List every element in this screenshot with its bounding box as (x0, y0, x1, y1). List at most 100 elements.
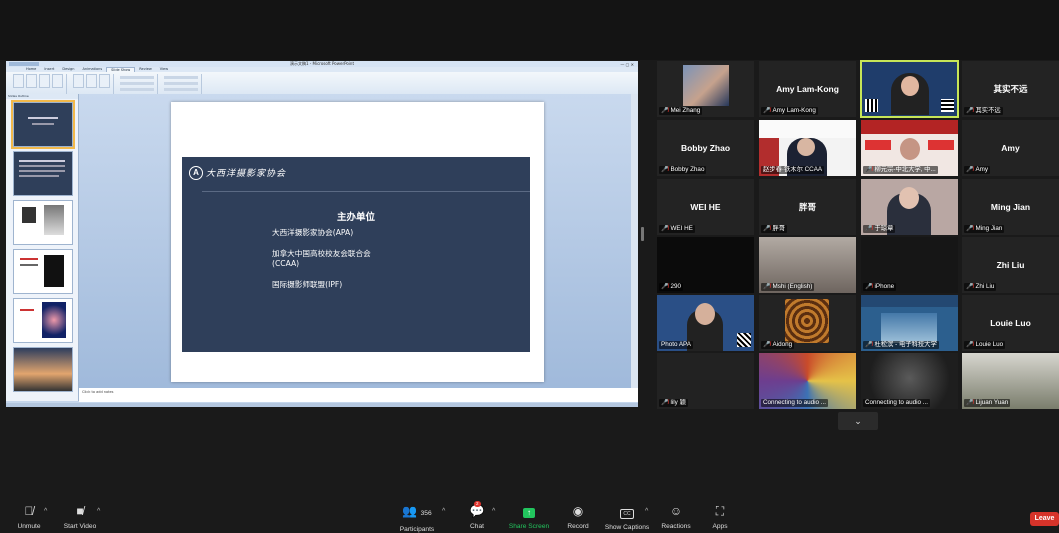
participant-tile[interactable]: 赵步春·铁木尔 CCAA (759, 120, 856, 176)
participants-button[interactable]: 👥 356 Participants (396, 504, 438, 533)
participant-tile[interactable]: 🎤̸ Aidong (759, 295, 856, 351)
unmute-button[interactable]: 🎙̸ Unmute (12, 504, 46, 530)
vertical-scrollbar[interactable] (631, 94, 638, 388)
slide-content-panel: A 大西洋摄影家协会 主办单位 大西洋摄影家协会(APA) 加拿大中国高校校友会… (182, 157, 530, 352)
split-divider-handle[interactable] (641, 227, 644, 241)
ribbon-tab[interactable]: Animations (78, 67, 106, 72)
participant-name: WEI HE (670, 225, 693, 232)
ribbon-button[interactable] (26, 74, 37, 88)
participant-tile[interactable]: 🎤̸ 杜松滨 - 电子科技大学 (861, 295, 958, 351)
slide-thumbnail[interactable] (13, 151, 73, 196)
ribbon-tab[interactable]: Home (22, 67, 40, 72)
slide-thumbnail[interactable] (11, 100, 75, 149)
chat-button[interactable]: 💬 2 Chat (466, 501, 488, 530)
unmute-label: Unmute (17, 523, 41, 530)
participant-name-label: 🎤̸ Bobby Zhao (659, 166, 707, 174)
show-captions-label: Show Captions (604, 524, 650, 531)
ribbon-button[interactable] (52, 74, 63, 88)
participant-tile[interactable]: 🎤̸ 290 (657, 237, 754, 293)
quick-access-toolbar[interactable] (9, 62, 39, 66)
participant-tile[interactable]: Louie Luo 🎤̸ Louie Luo (962, 295, 1059, 351)
start-video-button[interactable]: ■̸ Start Video (60, 504, 100, 530)
mic-muted-icon: 🎤̸ (661, 108, 669, 114)
ribbon-option[interactable] (164, 82, 198, 85)
leave-button[interactable]: Leave (1030, 512, 1059, 526)
chat-options-caret[interactable]: ^ (492, 508, 495, 515)
ribbon-button[interactable] (39, 74, 50, 88)
reactions-button[interactable]: ☺ Reactions (660, 504, 692, 530)
window-controls[interactable]: — ▢ ✕ (620, 62, 634, 68)
share-screen-icon: ↑ (508, 504, 550, 518)
participant-tile[interactable]: 🎤̸ 于琼章 (861, 179, 958, 235)
participant-tile[interactable]: 🎤̸ Lijuan Yuan (962, 353, 1059, 409)
participant-name-label: Connecting to audio ... (863, 399, 931, 407)
ribbon-option[interactable] (120, 82, 154, 85)
participant-tile-active-speaker[interactable] (860, 60, 959, 118)
ribbon-button[interactable] (99, 74, 110, 88)
participant-tile[interactable]: Connecting to audio ... (861, 353, 958, 409)
participant-tile[interactable]: Connecting to audio ... (759, 353, 856, 409)
mic-muted-icon: 🎙̸ (24, 504, 34, 518)
ribbon-option[interactable] (164, 76, 198, 79)
ribbon-tab[interactable]: Insert (40, 67, 58, 72)
ribbon-button[interactable] (73, 74, 84, 88)
participant-tile[interactable]: 其实不远 🎤̸ 其实不远 (962, 61, 1059, 117)
pane-tabs[interactable]: Slides Outline (6, 94, 78, 99)
participant-video (683, 65, 729, 106)
slide-thumbnail[interactable] (13, 347, 73, 392)
slide-thumbnail[interactable] (13, 249, 73, 294)
participant-tile[interactable]: 🎤̸ Mshi (English) (759, 237, 856, 293)
mic-muted-icon: 🎤̸ (865, 167, 873, 173)
shared-screen[interactable]: 演示文稿1 - Microsoft PowerPoint — ▢ ✕ Home … (6, 61, 638, 407)
ribbon-tab-active[interactable]: Slide Show (106, 67, 136, 72)
ribbon-button[interactable] (86, 74, 97, 88)
ribbon-button[interactable] (13, 74, 24, 88)
slide-thumbnail[interactable] (13, 200, 73, 245)
ribbon-tab[interactable]: View (156, 67, 172, 72)
show-captions-button[interactable]: CC Show Captions (604, 504, 650, 531)
apps-button[interactable]: ⛶ Apps (709, 504, 731, 530)
current-slide[interactable]: A 大西洋摄影家协会 主办单位 大西洋摄影家协会(APA) 加拿大中国高校校友会… (171, 102, 544, 382)
mic-muted-icon: 🎤̸ (966, 108, 974, 114)
captions-options-caret[interactable]: ^ (645, 508, 648, 515)
ribbon-tab[interactable]: Design (58, 67, 78, 72)
ribbon-option[interactable] (120, 88, 154, 91)
video-options-caret[interactable]: ^ (97, 508, 100, 515)
participant-tile[interactable]: Bobby Zhao 🎤̸ Bobby Zhao (657, 120, 754, 176)
participant-tile[interactable]: Photo APA (657, 295, 754, 351)
mic-muted-icon: 🎤̸ (966, 167, 974, 173)
participant-name: iPhone (874, 283, 895, 290)
participant-name: 于琼章 (874, 225, 894, 232)
participant-tile[interactable]: WEI HE 🎤̸ WEI HE (657, 179, 754, 235)
participant-name-label: 🎤̸ Zhi Liu (964, 283, 997, 291)
audio-options-caret[interactable]: ^ (44, 508, 47, 515)
share-screen-button[interactable]: ↑ Share Screen (508, 504, 550, 530)
captions-icon: CC (604, 504, 650, 519)
ppt-window-title: 演示文稿1 - Microsoft PowerPoint (289, 61, 355, 66)
participants-options-caret[interactable]: ^ (442, 508, 445, 515)
participant-name: Ming Jian (975, 225, 1003, 232)
participant-tile[interactable]: Amy Lam-Kong 🎤̸ Amy Lam-Kong (759, 61, 856, 117)
chevron-down-icon[interactable]: ⌄ (838, 412, 878, 430)
participant-name: 柳元宗-中北大学, 中... (874, 166, 936, 173)
notes-pane[interactable]: Click to add notes (79, 388, 638, 402)
participant-name-label: 🎤̸ iPhone (863, 283, 897, 291)
share-screen-label: Share Screen (508, 523, 550, 530)
participant-tile[interactable]: Amy 🎤̸ Amy (962, 120, 1059, 176)
record-button[interactable]: ◉ Record (565, 504, 591, 530)
participant-tile[interactable]: Zhi Liu 🎤̸ Zhi Liu (962, 237, 1059, 293)
participant-tile[interactable]: 🎤̸ iPhone (861, 237, 958, 293)
participant-name-label: 🎤̸ WEI HE (659, 225, 695, 233)
ribbon-tab[interactable]: Review (135, 67, 156, 72)
ribbon-option[interactable] (164, 88, 198, 91)
participant-tile[interactable]: 🎤̸ Mei Zhang (657, 61, 754, 117)
ribbon-option[interactable] (120, 76, 154, 79)
slide-thumbnail[interactable] (13, 298, 73, 343)
participant-tile[interactable]: 胖哥 🎤̸ 胖哥 (759, 179, 856, 235)
participant-tile[interactable]: Ming Jian 🎤̸ Ming Jian (962, 179, 1059, 235)
participant-tile[interactable]: 🎤̸ lily 颖 (657, 353, 754, 409)
participant-tile[interactable]: 🎤̸ 柳元宗-中北大学, 中... (861, 120, 958, 176)
mic-muted-icon: 🎤̸ (763, 342, 771, 348)
participant-name: Amy Lam-Kong (772, 107, 816, 114)
apps-label: Apps (712, 523, 728, 530)
